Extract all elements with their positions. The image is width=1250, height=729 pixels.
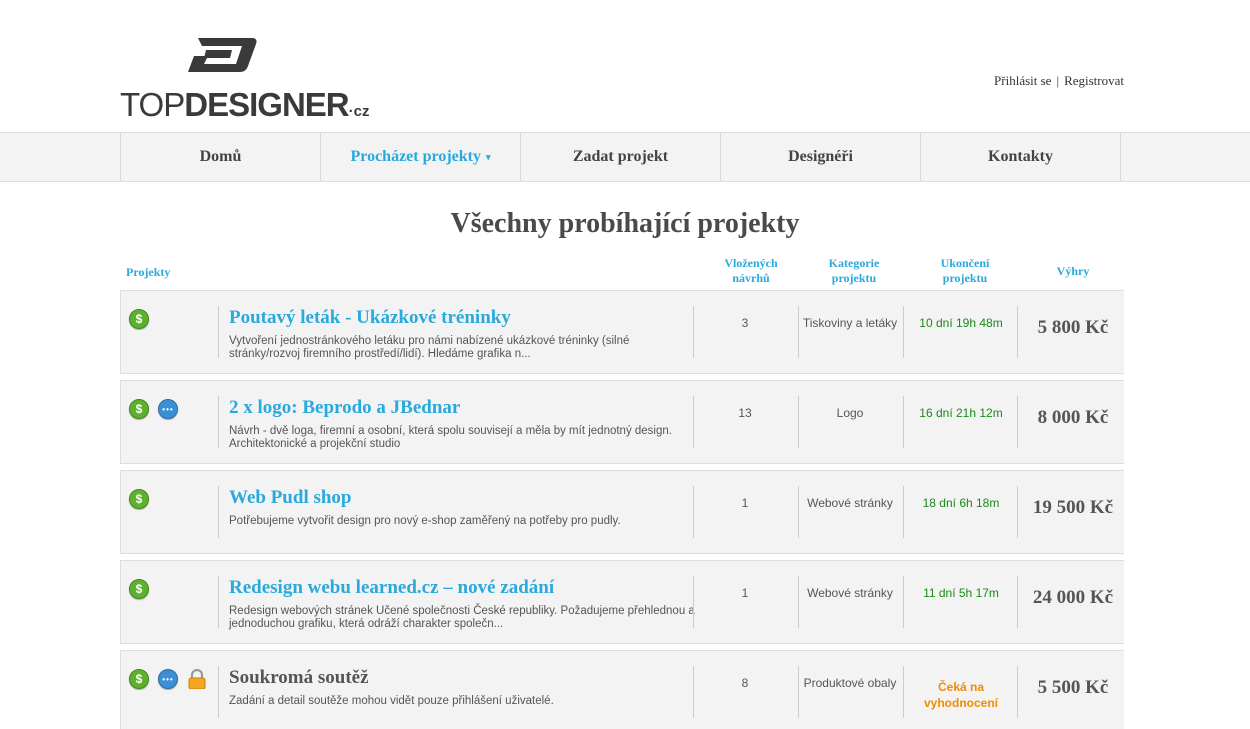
nav-item-contacts[interactable]: Kontakty [920,133,1121,181]
nav-label: Procházet projekty [350,148,481,165]
project-title-link[interactable]: Web Pudl shop [229,487,352,509]
nav-label: Kontakty [988,148,1053,165]
dollar-icon: $ [129,669,149,689]
nav-label: Zadat projekt [572,148,669,165]
project-category: Logo [836,406,864,420]
project-prize: 8 000 Kč [1037,407,1109,428]
project-category: Tiskoviny a letáky [802,316,898,330]
project-row[interactable]: $ Web Pudl shop Potřebujeme vytvořit des… [120,470,1124,554]
auth-links: Přihlásit se | Registrovat [994,73,1124,89]
project-title-link[interactable]: Redesign webu learned.cz – nové zadání [229,577,554,599]
logo-text-top: TOP [120,86,185,123]
project-prize: 5 800 Kč [1037,317,1109,338]
project-description: Vytvoření jednostránkového letáku pro ná… [229,335,630,360]
table-header: Projekty Vložených návrhů Kategorie proj… [120,256,1124,290]
project-description: Potřebujeme vytvořit design pro nový e-s… [229,515,621,527]
header: TOPDESIGNER·cz Přihlásit se | Registrovat [0,0,1250,132]
nav-item-submit-project[interactable]: Zadat projekt [520,133,720,181]
project-end-time: 18 dní 6h 18m [922,496,1000,510]
logo-text-designer: DESIGNER [184,86,349,123]
header-end: Ukončení projektu [940,256,990,285]
login-link[interactable]: Přihlásit se [994,73,1051,88]
header-prize: Výhry [1056,264,1090,278]
nav-item-home[interactable]: Domů [120,133,320,181]
project-row[interactable]: $ ••• 2 x logo: Beprodo a JBednar Návrh … [120,380,1124,464]
register-link[interactable]: Registrovat [1064,73,1124,88]
project-title-link[interactable]: 2 x logo: Beprodo a JBednar [229,397,460,419]
header-count: Vložených návrhů [724,256,778,285]
project-description: Zadání a detail soutěže mohou vidět pouz… [229,695,554,707]
project-description: Návrh - dvě loga, firemní a osobní, kter… [229,425,672,450]
project-prize: 5 500 Kč [1037,677,1109,698]
project-end-time: 11 dní 5h 17m [923,586,999,600]
nav-label: Domů [199,148,242,165]
page-title: Všechny probíhající projekty [450,208,800,239]
project-row[interactable]: $ Redesign webu learned.cz – nové zadání… [120,560,1124,644]
project-row[interactable]: $ Poutavý leták - Ukázkové tréninky Vytv… [120,290,1124,374]
project-row[interactable]: $ ••• Soukromá soutěž Zadání a detail so… [120,650,1124,729]
auth-separator: | [1056,73,1060,88]
project-end-time: 10 dní 19h 48m [919,316,1003,330]
project-category: Webové stránky [807,586,893,600]
logo-wordmark: TOPDESIGNER·cz [120,86,369,124]
project-end-time: 16 dní 21h 12m [919,406,1003,420]
logo-mark-icon [188,38,257,72]
topdesigner-logo[interactable]: TOPDESIGNER·cz [120,36,369,126]
project-status-pending: Čeká na vyhodnocení [923,680,998,710]
project-description: Redesign webových stránek Učené společno… [229,605,695,630]
dollar-icon: $ [129,579,149,599]
project-category: Webové stránky [807,496,893,510]
logo-text-cz: ·cz [348,103,370,120]
project-prize: 24 000 Kč [1032,587,1114,608]
nav-item-designers[interactable]: Designéři [720,133,920,181]
chevron-down-icon: ▾ [485,151,491,162]
project-count: 13 [738,406,752,420]
dollar-icon: $ [129,309,149,329]
project-count: 3 [741,316,749,330]
nav-item-browse-projects[interactable]: Procházet projekty ▾ [320,133,520,181]
project-count: 1 [741,496,749,510]
chat-bubble-icon: ••• [158,669,178,689]
main-nav: Domů Procházet projekty ▾ Zadat projekt D… [0,132,1250,182]
project-title-link[interactable]: Poutavý leták - Ukázkové tréninky [229,307,511,329]
project-title-link[interactable]: Soukromá soutěž [229,667,369,689]
project-count: 1 [741,586,749,600]
project-count: 8 [741,676,749,690]
nav-label: Designéři [788,148,853,165]
chat-bubble-icon: ••• [158,399,178,419]
lock-icon [187,669,207,689]
dollar-icon: $ [129,489,149,509]
dollar-icon: $ [129,399,149,419]
header-category: Kategorie projektu [828,256,880,285]
project-prize: 19 500 Kč [1032,497,1114,518]
project-category: Produktové obaly [803,676,897,690]
header-projects: Projekty [126,265,171,279]
